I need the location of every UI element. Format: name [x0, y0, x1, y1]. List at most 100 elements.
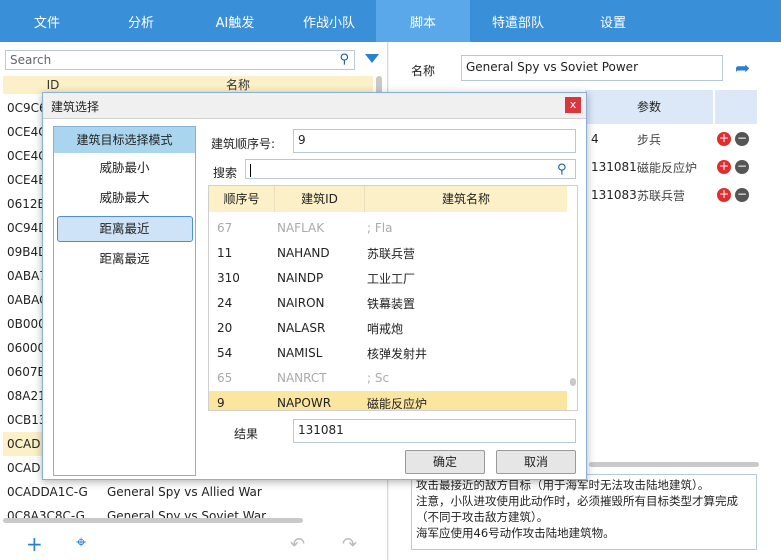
- building-row[interactable]: 65 NANRCT ; Sc: [209, 366, 567, 390]
- column-seq[interactable]: 顺序号: [209, 186, 275, 212]
- name-label: 名称: [411, 64, 436, 78]
- result-label: 结果: [234, 427, 259, 441]
- tab-teams[interactable]: 作战小队: [282, 0, 376, 42]
- building-row[interactable]: 9 NAPOWR 磁能反应炉: [209, 391, 567, 411]
- share-icon[interactable]: ➦: [735, 58, 750, 79]
- building-select-dialog: 建筑选择 x 建筑目标选择模式 威胁最小 威胁最大 距离最近 距离最远 建筑顺序号: …: [42, 92, 587, 480]
- add-action-icon[interactable]: +: [717, 188, 731, 202]
- building-table-scrollbar[interactable]: [570, 378, 576, 386]
- building-name: ; Sc: [367, 371, 390, 385]
- building-table: 顺序号 建筑ID 建筑名称 67 NAFLAK ; Fla 11 NAHAND 苏联兵营 3…: [208, 185, 578, 411]
- building-search-input[interactable]: [245, 159, 576, 179]
- dialog-title: 建筑选择: [51, 100, 100, 114]
- param-type: 磁能反应炉: [637, 160, 698, 175]
- add-action-icon[interactable]: +: [717, 132, 731, 146]
- building-seq: 65: [217, 371, 233, 385]
- target-mode-option[interactable]: 威胁最大: [54, 183, 195, 213]
- building-index-field[interactable]: 9: [293, 129, 576, 153]
- target-mode-option[interactable]: 距离最近: [54, 214, 195, 244]
- target-mode-option[interactable]: 距离最远: [54, 244, 195, 274]
- building-search-label: 搜索: [213, 166, 238, 180]
- params-header: 参数: [585, 90, 713, 124]
- list-item[interactable]: 0CADDA1C-G General Spy vs Allied War: [3, 480, 373, 504]
- building-seq: 11: [217, 246, 233, 260]
- building-row[interactable]: 54 NAMISL 核弹发射井: [209, 341, 567, 365]
- close-icon[interactable]: x: [565, 97, 581, 113]
- list-item-name: General Spy vs Allied War: [107, 485, 262, 499]
- list-toolbar: + ⌖ ↶ ↷: [0, 532, 388, 560]
- target-mode-header: 建筑目标选择模式: [54, 127, 195, 153]
- param-row[interactable]: 4 步兵 + −: [585, 127, 775, 151]
- top-nav: 文件 分析 AI触发 作战小队 脚本 特遣部队 设置: [0, 0, 781, 42]
- tab-ai-trigger[interactable]: AI触发: [188, 0, 282, 42]
- building-row[interactable]: 11 NAHAND 苏联兵营: [209, 241, 567, 265]
- remove-action-icon[interactable]: −: [735, 132, 749, 146]
- add-icon[interactable]: +: [26, 532, 43, 556]
- list-item[interactable]: 0C8A3C8C-G General Spy vs Soviet War: [3, 504, 373, 528]
- building-name: 工业工厂: [367, 271, 416, 286]
- filter-dropdown-icon[interactable]: [365, 54, 379, 63]
- column-building-id[interactable]: 建筑ID: [275, 186, 365, 212]
- target-mode-list: 建筑目标选择模式 威胁最小威胁最大距离最近距离最远: [53, 126, 196, 476]
- tab-analysis[interactable]: 分析: [94, 0, 188, 42]
- list-item-id: 0CADDA1C-G: [7, 485, 88, 499]
- add-action-icon[interactable]: +: [717, 160, 731, 174]
- building-seq: 67: [217, 221, 233, 235]
- building-id: NAINDP: [277, 271, 324, 285]
- ok-button[interactable]: 确定: [405, 450, 485, 474]
- param-value: 131083: [591, 188, 637, 202]
- search-icon[interactable]: ⚲: [339, 52, 349, 67]
- building-seq: 54: [217, 346, 233, 360]
- result-field[interactable]: 131081: [293, 419, 576, 443]
- name-field[interactable]: General Spy vs Soviet Power: [461, 55, 723, 81]
- building-name: 铁幕装置: [367, 296, 416, 311]
- building-seq: 9: [217, 396, 225, 410]
- building-id: NAPOWR: [277, 396, 332, 410]
- building-name: 苏联兵营: [367, 246, 416, 261]
- search-icon[interactable]: ⚲: [557, 162, 567, 177]
- target-mode-label: 威胁最小: [99, 160, 150, 175]
- building-row[interactable]: 310 NAINDP 工业工厂: [209, 266, 567, 290]
- cancel-button[interactable]: 取消: [496, 450, 576, 474]
- remove-action-icon[interactable]: −: [735, 188, 749, 202]
- building-id: NAIRON: [277, 296, 325, 310]
- tab-scripts[interactable]: 脚本: [376, 0, 470, 42]
- tab-taskforces[interactable]: 特遣部队: [470, 0, 566, 42]
- target-mode-label: 威胁最大: [99, 190, 150, 205]
- param-value: 131081: [591, 160, 637, 174]
- building-row[interactable]: 67 NAFLAK ; Fla: [209, 216, 567, 240]
- search-input[interactable]: Search ⚲: [5, 50, 355, 70]
- actions-scrollbar[interactable]: [589, 462, 759, 467]
- tab-settings[interactable]: 设置: [566, 0, 660, 42]
- redo-icon[interactable]: ↷: [342, 534, 357, 555]
- building-index-label: 建筑顺序号:: [211, 137, 276, 151]
- param-value: 4: [591, 132, 599, 146]
- building-name: 磁能反应炉: [367, 396, 428, 411]
- param-row[interactable]: 131081 磁能反应炉 + −: [585, 155, 775, 179]
- building-id: NAMISL: [277, 346, 323, 360]
- list-horizontal-scrollbar[interactable]: [3, 518, 303, 523]
- building-seq: 24: [217, 296, 233, 310]
- param-row[interactable]: 131083 苏联兵营 + −: [585, 183, 775, 207]
- param-type: 苏联兵营: [637, 188, 686, 203]
- target-mode-label: 距离最近: [56, 216, 193, 242]
- building-id: NANRCT: [277, 371, 327, 385]
- param-type: 步兵: [637, 132, 662, 147]
- undo-icon[interactable]: ↶: [290, 534, 305, 555]
- building-name: ; Fla: [367, 221, 393, 235]
- dialog-titlebar: 建筑选择 x: [43, 93, 586, 119]
- column-building-name[interactable]: 建筑名称: [365, 186, 567, 212]
- building-name: 核弹发射井: [367, 346, 428, 361]
- target-mode-option[interactable]: 威胁最小: [54, 153, 195, 183]
- remove-action-icon[interactable]: −: [735, 160, 749, 174]
- description-text: 攻击最接近的敌方目标（用于海军时无法攻击陆地建筑）。 注意，小队进攻使用此动作时…: [416, 478, 738, 540]
- tab-file[interactable]: 文件: [0, 0, 94, 42]
- building-row[interactable]: 20 NALASR 哨戒炮: [209, 316, 567, 340]
- action-description: 攻击最接近的敌方目标（用于海军时无法攻击陆地建筑）。 注意，小队进攻使用此动作时…: [411, 474, 757, 550]
- building-id: NALASR: [277, 321, 326, 335]
- params-header-actions: [715, 90, 757, 124]
- building-row[interactable]: 24 NAIRON 铁幕装置: [209, 291, 567, 315]
- target-mode-label: 距离最远: [99, 251, 150, 266]
- building-name: 哨戒炮: [367, 321, 404, 336]
- locate-icon[interactable]: ⌖: [76, 532, 86, 553]
